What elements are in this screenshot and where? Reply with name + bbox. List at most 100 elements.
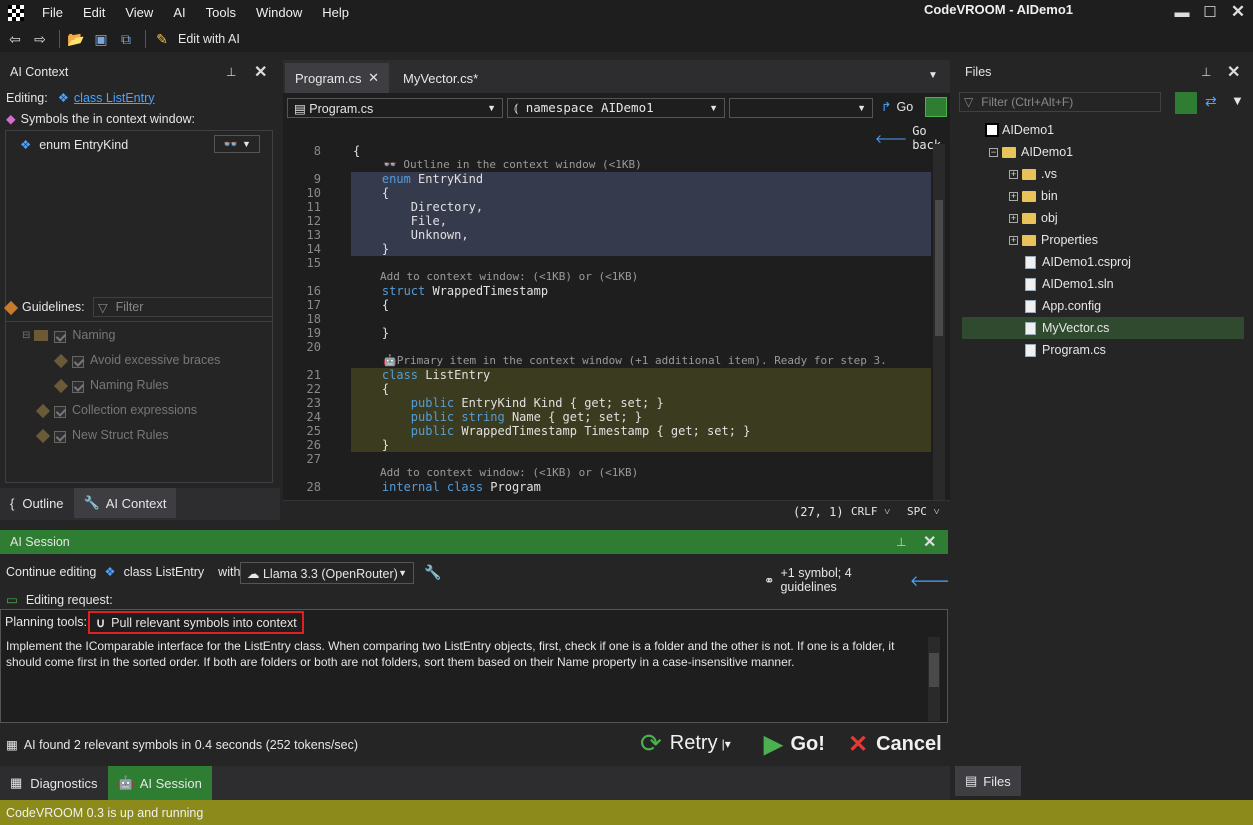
tree-solution[interactable]: AIDemo1: [985, 119, 1054, 141]
pencil-icon[interactable]: ✎: [151, 29, 173, 49]
vertical-scrollbar[interactable]: [933, 144, 945, 500]
ai-toggle-icon[interactable]: [925, 97, 947, 117]
tree-folder[interactable]: + .vs: [1009, 163, 1057, 185]
expander-icon[interactable]: +: [1009, 191, 1018, 201]
minimize-icon[interactable]: ▬: [1168, 0, 1196, 24]
textarea-scrollbar[interactable]: [928, 637, 940, 721]
retry-dropdown-icon[interactable]: |▾: [722, 737, 731, 751]
tab-list-chevron-icon[interactable]: ▼: [928, 70, 938, 81]
tree-file[interactable]: AIDemo1.sln: [1025, 273, 1114, 295]
line-ending-dropdown[interactable]: CRLF ˅: [851, 505, 890, 518]
cancel-button[interactable]: ✕ Cancel: [848, 730, 942, 759]
close-window-icon[interactable]: ✕: [1224, 0, 1252, 24]
context-summary[interactable]: ⚭ +1 symbol; 4 guidelines 🡐: [764, 566, 950, 594]
go-button[interactable]: ↱ Go: [881, 99, 913, 115]
tree-label: AIDemo1: [1002, 123, 1055, 137]
ai-session-panel: AI Session ⊥ ✕ Continue editing ❖ class …: [0, 530, 950, 766]
files-filter-input[interactable]: ▽ Filter (Ctrl+Alt+F): [959, 92, 1161, 112]
tab-label: Files: [983, 773, 1011, 789]
symbol-mode-dropdown[interactable]: 👓 ▼: [214, 135, 260, 153]
tree-folder[interactable]: + Properties: [1009, 229, 1098, 251]
tab-ai-context[interactable]: 🔧 AI Context: [73, 488, 177, 518]
go-label: Go!: [790, 733, 825, 755]
menu-window[interactable]: Window: [246, 1, 312, 25]
guideline-item[interactable]: Collection expressions: [35, 403, 197, 419]
locate-file-icon[interactable]: [1175, 92, 1197, 114]
close-icon[interactable]: ✕: [1227, 62, 1240, 82]
tab-diagnostics[interactable]: ▦ Diagnostics: [0, 766, 108, 800]
save-all-icon[interactable]: ⧉: [115, 29, 137, 49]
expander-icon[interactable]: +: [1009, 213, 1018, 223]
menu-edit[interactable]: Edit: [73, 1, 115, 25]
expander-icon[interactable]: +: [1009, 235, 1018, 245]
code-line: struct WrappedTimestamp: [353, 284, 549, 298]
editing-target-link[interactable]: class ListEntry: [74, 91, 155, 105]
namespace-combo[interactable]: ⦅ namespace AIDemo1 ▼: [507, 98, 725, 118]
tree-folder[interactable]: + obj: [1009, 207, 1058, 229]
model-dropdown[interactable]: ☁ Llama 3.3 (OpenRouter) ▼: [240, 562, 414, 584]
symbol-item[interactable]: ❖ enum EntryKind: [20, 137, 128, 153]
wrench-icon[interactable]: 🔧: [424, 564, 441, 581]
tree-file[interactable]: AIDemo1.csproj: [1025, 251, 1131, 273]
back-arrow-icon[interactable]: ⇦: [4, 29, 26, 49]
maximize-icon[interactable]: ☐: [1196, 0, 1224, 24]
open-folder-icon[interactable]: 📂: [65, 29, 87, 49]
scrollbar-thumb[interactable]: [929, 653, 939, 687]
line-number: 11: [306, 200, 321, 214]
tab-program-cs[interactable]: Program.cs ✕: [285, 63, 389, 93]
guideline-item[interactable]: Avoid excessive braces: [53, 353, 220, 369]
file-combo[interactable]: ▤ Program.cs ▼: [287, 98, 503, 118]
pull-symbols-button[interactable]: ∪ Pull relevant symbols into context: [88, 611, 304, 634]
solution-icon: [985, 123, 999, 137]
code-line: class ListEntry: [353, 368, 491, 382]
app-logo-icon: [6, 3, 26, 23]
tab-outline[interactable]: {Outline: [0, 488, 74, 518]
edit-with-ai-button[interactable]: Edit with AI: [178, 32, 240, 46]
add-context-hint[interactable]: Add to context window: (<1KB) or (<1KB): [380, 466, 638, 479]
pin-icon[interactable]: ⊥: [1201, 65, 1211, 79]
pin-icon[interactable]: ⊥: [226, 65, 236, 79]
member-combo[interactable]: ▼: [729, 98, 873, 118]
checkbox[interactable]: [54, 331, 67, 343]
indent-dropdown[interactable]: SPC ˅: [907, 505, 940, 518]
checkbox[interactable]: [72, 356, 84, 368]
guidelines-filter-input[interactable]: ▽ Filter: [93, 297, 273, 317]
forward-arrow-icon[interactable]: ⇨: [29, 29, 51, 49]
add-context-hint[interactable]: Add to context window: (<1KB) or (<1KB): [380, 270, 638, 283]
menu-tools[interactable]: Tools: [196, 1, 246, 25]
retry-button[interactable]: ⟳ Retry |▾: [640, 728, 731, 759]
tree-folder[interactable]: + bin: [1009, 185, 1058, 207]
sync-icon[interactable]: ⇄: [1205, 93, 1217, 110]
tree-file[interactable]: Program.cs: [1025, 339, 1106, 361]
menu-ai[interactable]: AI: [163, 1, 195, 25]
expander-icon[interactable]: +: [1009, 169, 1018, 179]
close-tab-icon[interactable]: ✕: [368, 70, 379, 86]
tab-myvector-cs[interactable]: MyVector.cs*: [393, 63, 511, 93]
guideline-item[interactable]: Naming Rules: [53, 378, 169, 394]
close-icon[interactable]: ✕: [254, 62, 267, 82]
tab-ai-session[interactable]: 🤖 AI Session: [107, 766, 212, 800]
save-icon[interactable]: ▣: [90, 29, 112, 49]
checkbox[interactable]: [54, 431, 66, 443]
close-icon[interactable]: ✕: [923, 532, 936, 552]
tree-file[interactable]: App.config: [1025, 295, 1101, 317]
line-number: 24: [306, 410, 321, 424]
request-textarea[interactable]: Planning tools: ∪ Pull relevant symbols …: [0, 609, 948, 723]
menu-file[interactable]: File: [32, 1, 73, 25]
guideline-item[interactable]: New Struct Rules: [35, 428, 169, 444]
checkbox[interactable]: [72, 381, 84, 393]
go-button[interactable]: ▶ Go!: [764, 730, 825, 759]
guideline-item[interactable]: ⊟ Naming: [22, 328, 115, 343]
chevron-down-icon: ▼: [398, 568, 407, 578]
pin-icon[interactable]: ⊥: [896, 535, 906, 549]
expander-icon[interactable]: −: [989, 147, 998, 157]
filter-funnel-icon[interactable]: ▼: [1231, 93, 1244, 108]
tree-project[interactable]: − AIDemo1: [989, 141, 1073, 163]
menu-view[interactable]: View: [115, 1, 163, 25]
scrollbar-thumb[interactable]: [935, 200, 943, 336]
tab-files[interactable]: ▤ Files: [955, 766, 1021, 796]
checkbox[interactable]: [54, 406, 66, 418]
tree-file-selected[interactable]: MyVector.cs: [1025, 317, 1109, 339]
menu-help[interactable]: Help: [312, 1, 359, 25]
back-arrow-icon[interactable]: 🡐: [910, 571, 950, 590]
